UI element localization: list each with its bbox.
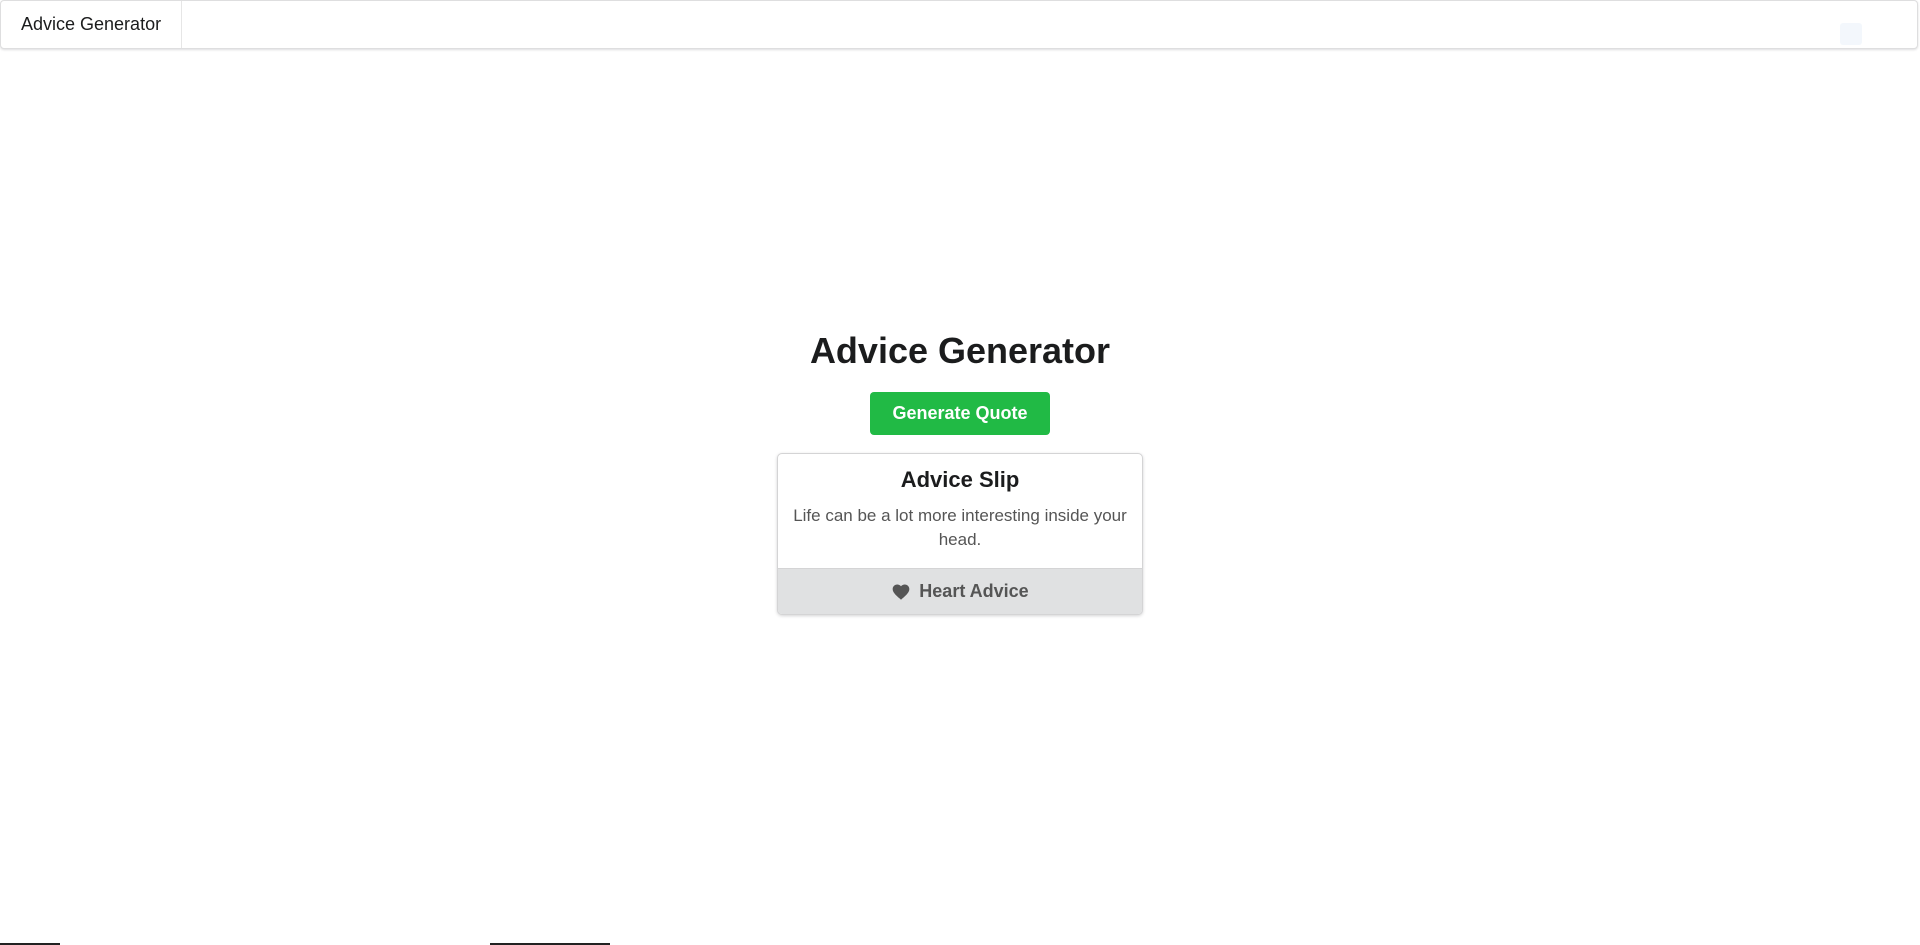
- heart-icon: [892, 584, 910, 600]
- heart-advice-label: Heart Advice: [919, 581, 1029, 601]
- advice-card: Advice Slip Life can be a lot more inter…: [777, 453, 1143, 615]
- page-title: Advice Generator: [809, 330, 1111, 371]
- advice-text: Life can be a lot more interesting insid…: [793, 506, 1127, 549]
- main-content: Advice Generator Generate Quote Advice S…: [0, 0, 1920, 945]
- heart-advice-button[interactable]: Heart Advice: [778, 568, 1142, 614]
- advice-card-content: Advice Slip Life can be a lot more inter…: [778, 454, 1142, 568]
- generate-quote-button[interactable]: Generate Quote: [870, 392, 1050, 435]
- advice-card-header: Advice Slip: [900, 467, 1020, 492]
